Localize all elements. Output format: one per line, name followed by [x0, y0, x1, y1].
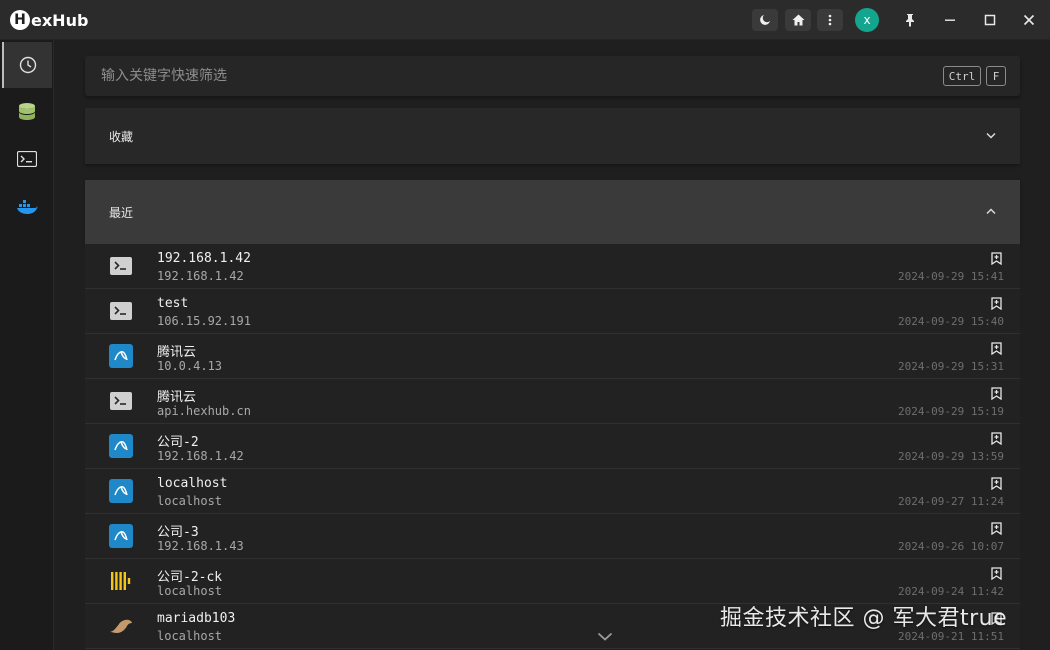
docker-icon [17, 200, 38, 214]
list-item[interactable]: 192.168.1.42 192.168.1.42 2024-09-29 15:41 [85, 244, 1020, 289]
recent-panel-header[interactable]: 最近 [85, 180, 1020, 244]
sidebar [0, 40, 54, 650]
mariadb-icon [109, 614, 133, 638]
user-avatar[interactable]: x [855, 8, 879, 32]
list-item[interactable]: localhost localhost 2024-09-27 11:24 [85, 469, 1020, 514]
terminal-icon [17, 151, 37, 167]
connection-time: 2024-09-29 15:19 [898, 405, 1004, 418]
chevron-down-icon [986, 131, 996, 142]
connection-name: 腾讯云 [157, 345, 197, 360]
chevron-down-icon [597, 632, 613, 641]
moon-icon [760, 15, 770, 25]
terminal-icon [109, 389, 133, 413]
sidebar-item-recent[interactable] [2, 42, 52, 88]
sidebar-item-terminal[interactable] [2, 136, 52, 182]
connection-time: 2024-09-24 11:42 [898, 585, 1004, 598]
shortcut-key-ctrl: Ctrl [943, 66, 981, 86]
sidebar-item-database[interactable] [2, 90, 52, 136]
connection-host: 192.168.1.42 [157, 269, 244, 283]
title-bar: H exHub x [0, 0, 1050, 40]
close-icon [1023, 14, 1035, 26]
mysql-icon [109, 524, 133, 548]
home-icon [792, 14, 804, 26]
connection-time: 2024-09-27 11:24 [898, 495, 1004, 508]
logo-text: exHub [31, 10, 89, 30]
connection-name: 192.168.1.42 [157, 251, 251, 266]
connection-time: 2024-09-29 15:40 [898, 315, 1004, 328]
recent-label: 最近 [109, 205, 134, 220]
bookmark-icon[interactable] [990, 386, 1002, 400]
close-button[interactable] [1016, 8, 1042, 32]
list-item[interactable]: 公司-2 192.168.1.42 2024-09-29 13:59 [85, 424, 1020, 469]
mysql-icon [109, 479, 133, 503]
connection-host: 192.168.1.42 [157, 449, 244, 463]
connection-host: localhost [157, 494, 223, 508]
favorites-label: 收藏 [109, 129, 134, 144]
maximize-icon [984, 14, 996, 26]
bookmark-icon[interactable] [990, 521, 1002, 535]
connection-name: 腾讯云 [157, 390, 197, 405]
watermark: 掘金技术社区 @ 军大君true [720, 606, 1008, 631]
connection-time: 2024-09-29 15:31 [898, 360, 1004, 373]
connection-name: 公司-3 [157, 525, 199, 540]
search-input[interactable] [85, 56, 925, 96]
minimize-icon [945, 19, 955, 21]
pin-button[interactable] [897, 8, 923, 32]
list-item[interactable]: 公司-3 192.168.1.43 2024-09-26 10:07 [85, 514, 1020, 559]
more-button[interactable] [817, 9, 843, 31]
connection-host: localhost [157, 629, 223, 643]
connection-host: api.hexhub.cn [157, 404, 251, 418]
bookmark-icon[interactable] [990, 296, 1002, 310]
bookmark-icon[interactable] [990, 566, 1002, 580]
bookmark-icon[interactable] [990, 476, 1002, 490]
connection-name: 公司-2-ck [157, 570, 223, 585]
clickhouse-icon [109, 569, 133, 593]
bookmark-icon[interactable] [990, 431, 1002, 445]
shortcut-key-f: F [986, 66, 1006, 86]
list-item[interactable]: 公司-2-ck localhost 2024-09-24 11:42 [85, 559, 1020, 604]
connection-name: 公司-2 [157, 435, 199, 450]
recent-list: 192.168.1.42 192.168.1.42 2024-09-29 15:41… [85, 244, 1020, 650]
connection-time: 2024-09-26 10:07 [898, 540, 1004, 553]
database-icon [19, 103, 35, 120]
connection-time: 2024-09-29 15:41 [898, 270, 1004, 283]
connection-host: 106.15.92.191 [157, 314, 251, 328]
favorites-panel-header[interactable]: 收藏 [85, 108, 1020, 164]
chevron-up-icon [986, 207, 996, 218]
more-vertical-icon [828, 14, 832, 26]
connection-host: 192.168.1.43 [157, 539, 244, 553]
main-content: Ctrl F 收藏 最近 192.168.1.42 192.168.1.42 202… [55, 40, 1050, 650]
pin-icon [906, 14, 914, 27]
list-item[interactable]: 腾讯云 10.0.4.13 2024-09-29 15:31 [85, 334, 1020, 379]
search-bar: Ctrl F [85, 56, 1020, 96]
list-item[interactable]: 腾讯云 api.hexhub.cn 2024-09-29 15:19 [85, 379, 1020, 424]
theme-toggle-button[interactable] [752, 9, 778, 31]
terminal-icon [109, 254, 133, 278]
list-item[interactable]: test 106.15.92.191 2024-09-29 15:40 [85, 289, 1020, 334]
mysql-icon [109, 344, 133, 368]
minimize-button[interactable] [937, 8, 963, 32]
connection-name: mariadb103 [157, 611, 236, 626]
connection-host: 10.0.4.13 [157, 359, 223, 373]
connection-name: test [157, 296, 189, 311]
connection-name: localhost [157, 476, 228, 491]
clock-icon [19, 56, 37, 74]
scroll-down-button[interactable] [593, 626, 617, 646]
bookmark-icon[interactable] [990, 341, 1002, 355]
maximize-button[interactable] [977, 8, 1003, 32]
connection-time: 2024-09-29 13:59 [898, 450, 1004, 463]
connection-host: localhost [157, 584, 223, 598]
mysql-icon [109, 434, 133, 458]
home-button[interactable] [785, 9, 811, 31]
bookmark-icon[interactable] [990, 251, 1002, 265]
sidebar-item-docker[interactable] [2, 184, 52, 230]
terminal-icon [109, 299, 133, 323]
app-logo: H exHub [10, 8, 88, 32]
logo-mark: H [10, 10, 30, 30]
